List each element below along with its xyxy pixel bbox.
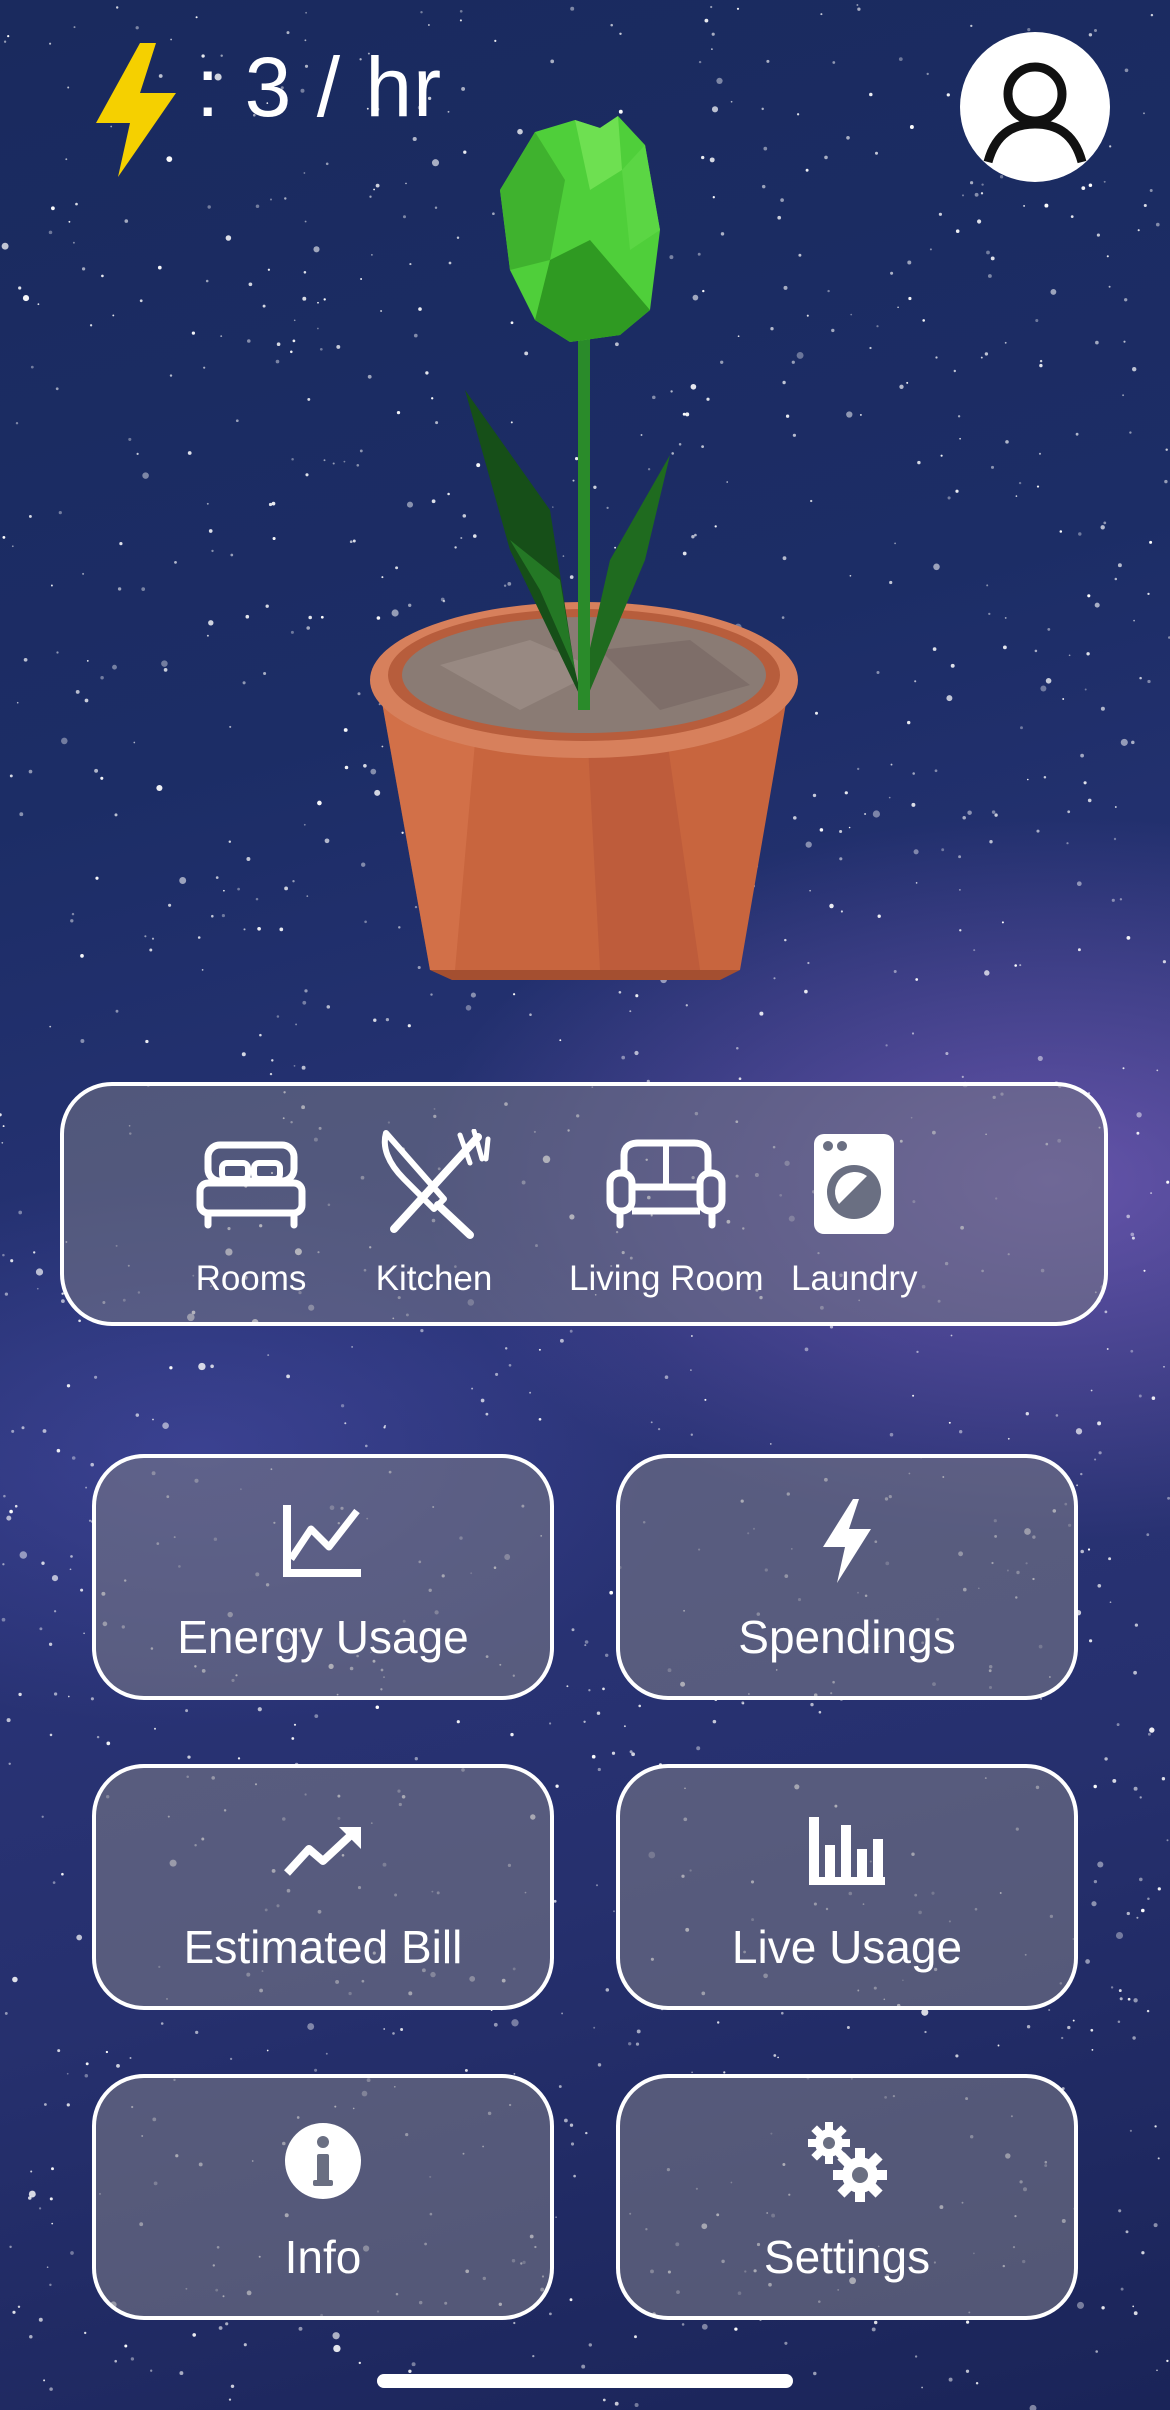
- room-laundry-button[interactable]: Laundry: [791, 1086, 917, 1330]
- utensils-icon: [381, 1129, 491, 1239]
- tile-label: Spendings: [738, 1611, 956, 1663]
- user-icon: [983, 62, 1087, 164]
- profile-avatar-button[interactable]: [960, 32, 1110, 182]
- room-label: Living Room: [569, 1259, 764, 1298]
- estimated-bill-button[interactable]: Estimated Bill: [92, 1764, 554, 2010]
- tile-label: Info: [284, 2231, 362, 2283]
- spendings-button[interactable]: Spendings: [616, 1454, 1078, 1700]
- rooms-nav-bar: Rooms Kitchen Living Room Laundry: [60, 1082, 1108, 1326]
- tile-label: Settings: [763, 2231, 931, 2283]
- room-rooms-button[interactable]: Rooms: [191, 1086, 311, 1330]
- room-kitchen-button[interactable]: Kitchen: [374, 1086, 494, 1330]
- room-label: Kitchen: [375, 1259, 493, 1298]
- trending-up-icon: [284, 1827, 361, 1876]
- info-button[interactable]: Info: [92, 2074, 554, 2320]
- tile-label: Energy Usage: [177, 1611, 469, 1663]
- settings-button[interactable]: Settings: [616, 2074, 1078, 2320]
- tile-label: Live Usage: [731, 1921, 963, 1973]
- plant-pot-illustration: [370, 116, 798, 980]
- info-icon: [285, 2123, 361, 2199]
- line-chart-icon: [283, 1505, 361, 1577]
- tile-label: Estimated Bill: [183, 1921, 463, 1973]
- room-living-room-button[interactable]: Living Room: [569, 1086, 764, 1330]
- gears-icon: [808, 2122, 887, 2202]
- washing-machine-icon: [814, 1134, 895, 1234]
- sofa-icon: [606, 1139, 726, 1229]
- bar-chart-icon: [809, 1817, 885, 1885]
- home-indicator[interactable]: [377, 2374, 793, 2388]
- bolt-icon: [823, 1499, 871, 1583]
- energy-usage-button[interactable]: Energy Usage: [92, 1454, 554, 1700]
- lightning-bolt-icon: [96, 43, 176, 177]
- room-label: Laundry: [791, 1259, 918, 1298]
- bed-icon: [196, 1141, 306, 1229]
- room-label: Rooms: [195, 1259, 307, 1298]
- live-usage-button[interactable]: Live Usage: [616, 1764, 1078, 2010]
